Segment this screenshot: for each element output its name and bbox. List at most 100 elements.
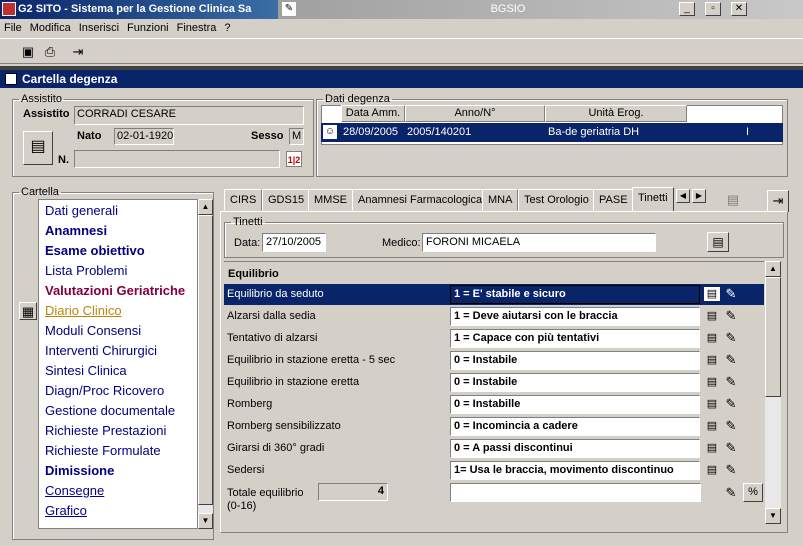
edit-icon[interactable]: ✎	[724, 462, 738, 478]
lookup-icon[interactable]: ▤	[704, 375, 720, 389]
lookup-icon[interactable]: ▤	[704, 441, 720, 455]
nav-moduli-consensi[interactable]: Moduli Consensi	[45, 323, 141, 338]
row-label: Sedersi	[227, 464, 265, 476]
row-value[interactable]: 1= Usa le braccia, movimento discontinuo	[450, 461, 700, 480]
nav-richieste-prestazioni[interactable]: Richieste Prestazioni	[45, 423, 166, 438]
row-value[interactable]: 1 = E' stabile e sicuro	[450, 285, 700, 304]
nav-richieste-formulate[interactable]: Richieste Formulate	[45, 443, 161, 458]
diary-icon[interactable]: ▦	[19, 302, 37, 320]
tab-mmse[interactable]: MMSE	[308, 189, 353, 211]
tab-scroll-right-icon[interactable]: ▶	[692, 189, 706, 203]
panel-scrollbar[interactable]: ▲ ▼	[765, 261, 781, 524]
edit-icon[interactable]: ✎	[724, 396, 738, 412]
tab-tinetti[interactable]: Tinetti	[632, 187, 674, 212]
row-value[interactable]: 1 = Deve aiutarsi con le braccia	[450, 307, 700, 326]
form-icon-disabled[interactable]: ▤	[722, 190, 744, 210]
lookup-icon[interactable]: ▤	[704, 287, 720, 301]
edit-icon[interactable]: ✎	[724, 286, 738, 302]
lookup-icon[interactable]: ▤	[704, 419, 720, 433]
lookup-icon[interactable]: ▤	[704, 309, 720, 323]
menu-funzioni[interactable]: Funzioni	[123, 19, 173, 38]
edit-icon[interactable]: ✎	[724, 418, 738, 434]
panel-scroll-thumb[interactable]	[765, 277, 781, 397]
nav-interventi-chirurgici[interactable]: Interventi Chirurgici	[45, 343, 157, 358]
panel-scroll-down-icon[interactable]: ▼	[765, 508, 781, 524]
nav-diagn-proc-ricovero[interactable]: Diagn/Proc Ricovero	[45, 383, 164, 398]
tab-test-orologio[interactable]: Test Orologio	[518, 189, 595, 211]
nato-field: 02-01-1920	[114, 128, 174, 145]
number-icon[interactable]: 1|2	[286, 151, 302, 167]
totale-text-field[interactable]	[450, 483, 701, 502]
save-icon[interactable]: ▣	[18, 42, 38, 62]
lookup-icon[interactable]: ▤	[704, 463, 720, 477]
row-eretta-5sec[interactable]: Equilibrio in stazione eretta - 5 sec 0 …	[224, 350, 764, 371]
tab-pase[interactable]: PASE	[593, 189, 634, 211]
tab-cirs[interactable]: CIRS	[224, 189, 263, 211]
lookup-icon[interactable]: ▤	[704, 397, 720, 411]
row-value[interactable]: 0 = A passi discontinui	[450, 439, 700, 458]
nav-gestione-documentale[interactable]: Gestione documentale	[45, 403, 175, 418]
scroll-up-icon[interactable]: ▲	[198, 199, 213, 215]
close-button[interactable]: ✕	[731, 2, 747, 16]
nav-valutazioni-geriatriche[interactable]: Valutazioni Geriatriche	[45, 283, 185, 298]
nav-dati-generali[interactable]: Dati generali	[45, 203, 118, 218]
edit-icon[interactable]: ✎	[724, 308, 738, 324]
nav-esame-obiettivo[interactable]: Esame obiettivo	[45, 243, 145, 258]
edit-icon[interactable]: ✎	[724, 374, 738, 390]
row-romberg[interactable]: Romberg 0 = Instabille ▤ ✎	[224, 394, 764, 415]
scroll-down-icon[interactable]: ▼	[198, 513, 213, 529]
row-romberg-sensibilizzato[interactable]: Romberg sensibilizzato 0 = Incomincia a …	[224, 416, 764, 437]
row-value[interactable]: 0 = Incomincia a cadere	[450, 417, 700, 436]
row-value[interactable]: 0 = Instabile	[450, 373, 700, 392]
lookup-icon[interactable]: ▤	[704, 353, 720, 367]
menu-help[interactable]: ?	[220, 19, 234, 38]
row-alzarsi-sedia[interactable]: Alzarsi dalla sedia 1 = Deve aiutarsi co…	[224, 306, 764, 327]
col-unita-erog[interactable]: Unità Erog.	[545, 105, 687, 122]
menu-inserisci[interactable]: Inserisci	[75, 19, 123, 38]
row-sedersi[interactable]: Sedersi 1= Usa le braccia, movimento dis…	[224, 460, 764, 481]
menu-file[interactable]: File	[0, 19, 26, 38]
totale-edit-icon[interactable]: ✎	[724, 485, 738, 501]
medico-lookup-icon[interactable]: ▤	[707, 232, 729, 252]
menu-modifica[interactable]: Modifica	[26, 19, 75, 38]
exit-icon[interactable]: ⇥	[68, 42, 88, 62]
tab-scroll-left-icon[interactable]: ◀	[676, 189, 690, 203]
maximize-button[interactable]: ▫	[705, 2, 721, 16]
nav-sintesi-clinica[interactable]: Sintesi Clinica	[45, 363, 127, 378]
minimize-button[interactable]: _	[679, 2, 695, 16]
tab-gds15[interactable]: GDS15	[262, 189, 311, 211]
degenza-row[interactable]: ☺ 28/09/2005 2005/140201 Ba-de geriatria…	[321, 123, 783, 142]
row-label: Alzarsi dalla sedia	[227, 310, 316, 322]
col-data-amm[interactable]: Data Amm.	[341, 105, 405, 122]
row-value[interactable]: 0 = Instabille	[450, 395, 700, 414]
percent-button[interactable]: %	[743, 483, 763, 502]
edit-icon[interactable]: ✎	[724, 352, 738, 368]
row-equilibrio-seduto[interactable]: Equilibrio da seduto 1 = E' stabile e si…	[224, 284, 764, 305]
menu-finestra[interactable]: Finestra	[173, 19, 221, 38]
nav-dimissione[interactable]: Dimissione	[45, 463, 114, 478]
nav-diario-clinico[interactable]: Diario Clinico	[45, 303, 122, 318]
row-value[interactable]: 1 = Capace con più tentativi	[450, 329, 700, 348]
medico-field[interactable]: FORONI MICAELA	[422, 233, 656, 252]
nav-consegne[interactable]: Consegne	[45, 483, 104, 498]
row-eretta[interactable]: Equilibrio in stazione eretta 0 = Instab…	[224, 372, 764, 393]
panel-scroll-up-icon[interactable]: ▲	[765, 261, 781, 277]
lookup-icon[interactable]: ▤	[704, 331, 720, 345]
nav-grafico[interactable]: Grafico	[45, 503, 87, 518]
edit-icon[interactable]: ✎	[724, 440, 738, 456]
row-girarsi-360[interactable]: Girarsi di 360° gradi 0 = A passi discon…	[224, 438, 764, 459]
scroll-thumb[interactable]	[198, 215, 213, 505]
exit-form-icon[interactable]: ⇥	[767, 190, 789, 212]
print-icon[interactable]: ⎙	[40, 42, 60, 62]
row-value[interactable]: 0 = Instabile	[450, 351, 700, 370]
nav-lista-problemi[interactable]: Lista Problemi	[45, 263, 127, 278]
row-tentativo-alzarsi[interactable]: Tentativo di alzarsi 1 = Capace con più …	[224, 328, 764, 349]
patient-card-icon[interactable]: ▤	[23, 131, 53, 165]
data-field[interactable]: 27/10/2005	[262, 233, 326, 252]
tab-anamnesi-farmacologica[interactable]: Anamnesi Farmacologica	[352, 189, 489, 211]
tab-mna[interactable]: MNA	[482, 189, 519, 211]
nav-anamnesi[interactable]: Anamnesi	[45, 223, 107, 238]
edit-icon[interactable]: ✎	[724, 330, 738, 346]
cartella-scrollbar[interactable]: ▲ ▼	[198, 199, 213, 529]
col-anno-n[interactable]: Anno/N°	[405, 105, 545, 122]
